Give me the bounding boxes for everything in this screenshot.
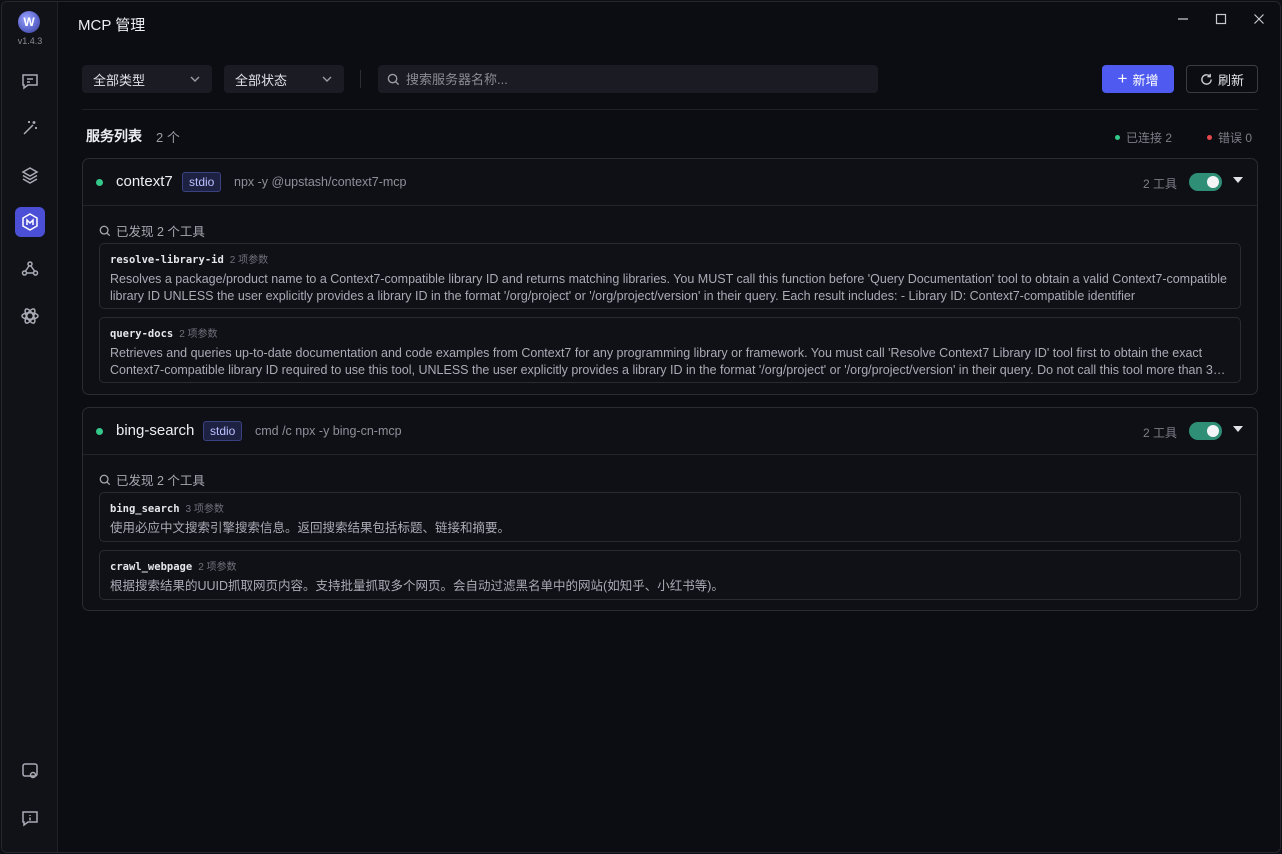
- plus-icon: +: [1117, 68, 1128, 88]
- discovered-label: 已发现 2 个工具: [99, 470, 205, 489]
- sidebar-item-atom[interactable]: [15, 301, 45, 331]
- transport-badge: stdio: [203, 421, 243, 441]
- tool-description: 根据搜索结果的UUID抓取网页内容。支持批量抓取多个网页。会自动过滤黑名单中的网…: [110, 579, 724, 593]
- tool-name: query-docs: [110, 328, 174, 340]
- tool-name: crawl_webpage: [110, 561, 193, 573]
- transport-badge: stdio: [182, 172, 222, 192]
- connected-stat: 已连接 2: [1115, 129, 1172, 146]
- tool-description: Retrieves and queries up-to-date documen…: [110, 346, 1213, 377]
- app-logo: W: [18, 11, 40, 33]
- tools-count: 2 工具: [1143, 177, 1178, 191]
- server-command: npx -y @upstash/context7-mcp: [234, 175, 407, 189]
- add-server-button[interactable]: + 新增: [1102, 65, 1174, 93]
- minimize-button[interactable]: [1172, 8, 1194, 30]
- connected-label: 已连接 2: [1126, 131, 1173, 145]
- status-filter-select[interactable]: 全部状态: [224, 65, 344, 93]
- sidebar: W v1.4.3: [2, 2, 58, 852]
- server-enable-toggle[interactable]: [1189, 173, 1222, 191]
- server-name: bing-search: [116, 422, 195, 439]
- sidebar-item-settings[interactable]: [15, 756, 45, 786]
- server-card-header[interactable]: bing-search stdio cmd /c npx -y bing-cn-…: [83, 408, 1257, 455]
- refresh-button[interactable]: 刷新: [1186, 65, 1258, 93]
- server-command: cmd /c npx -y bing-cn-mcp: [255, 424, 402, 438]
- server-name: context7: [116, 173, 173, 190]
- type-filter-value: 全部类型: [93, 72, 146, 88]
- refresh-icon: [1201, 73, 1212, 85]
- list-count: 2 个: [156, 130, 180, 145]
- tool-params: 3 项参数: [185, 504, 224, 515]
- tools-count: 2 工具: [1143, 426, 1178, 440]
- list-title: 服务列表: [86, 128, 142, 144]
- info-icon: [22, 811, 38, 827]
- tool-item[interactable]: bing_search 3 项参数 使用必应中文搜索引擎搜索信息。返回搜索结果包括…: [99, 492, 1241, 542]
- tool-item[interactable]: resolve-library-id 2 项参数 Resolves a packa…: [99, 243, 1241, 309]
- tool-description: Resolves a package/product name to a Con…: [110, 272, 1227, 303]
- discovered-text: 已发现 2 个工具: [116, 225, 205, 239]
- chevron-down-icon: [190, 76, 200, 82]
- server-card-context7: context7 stdio npx -y @upstash/context7-…: [82, 158, 1258, 395]
- tool-description: 使用必应中文搜索引擎搜索信息。返回搜索结果包括标题、链接和摘要。: [110, 521, 511, 535]
- status-filter-value: 全部状态: [235, 72, 288, 88]
- settings-icon: [22, 763, 38, 779]
- error-dot-icon: [1207, 135, 1212, 140]
- close-button[interactable]: [1248, 8, 1270, 30]
- tool-item[interactable]: query-docs 2 项参数 Retrieves and queries up…: [99, 317, 1241, 383]
- network-icon: [21, 261, 39, 276]
- minimize-icon: [1178, 18, 1188, 20]
- server-enable-toggle[interactable]: [1189, 422, 1222, 440]
- server-card-header[interactable]: context7 stdio npx -y @upstash/context7-…: [83, 159, 1257, 206]
- error-label: 错误 0: [1218, 131, 1253, 145]
- search-icon: [99, 225, 111, 236]
- chevron-down-icon: [322, 76, 332, 82]
- tool-item[interactable]: crawl_webpage 2 项参数 根据搜索结果的UUID抓取网页内容。支持批…: [99, 550, 1241, 600]
- tool-params: 2 项参数: [198, 562, 237, 573]
- toolbar-divider: [360, 70, 361, 88]
- sidebar-item-layers[interactable]: [15, 160, 45, 190]
- maximize-button[interactable]: [1210, 8, 1232, 30]
- search-icon: [387, 73, 400, 85]
- sidebar-item-info[interactable]: [15, 803, 45, 833]
- atom-icon: [21, 308, 39, 324]
- add-label: 新增: [1132, 72, 1159, 88]
- error-stat: 错误 0: [1207, 129, 1252, 146]
- page-title: MCP 管理: [78, 17, 146, 34]
- app-window: W v1.4.3 MCP 管理 全部类型 全部状态 搜索服务器名称... + 新…: [1, 1, 1281, 853]
- tool-name: resolve-library-id: [110, 254, 224, 266]
- sidebar-item-mcp[interactable]: [15, 207, 45, 237]
- status-dot-icon: [96, 428, 103, 435]
- toolbar-separator: [82, 109, 1258, 110]
- refresh-label: 刷新: [1217, 72, 1244, 88]
- mcp-icon: [22, 213, 38, 231]
- sidebar-item-magic[interactable]: [15, 113, 45, 143]
- search-box: [378, 65, 878, 93]
- sidebar-item-chat[interactable]: [15, 66, 45, 96]
- chat-icon: [22, 74, 38, 90]
- maximize-icon: [1215, 13, 1227, 25]
- discovered-label: 已发现 2 个工具: [99, 221, 205, 240]
- tool-name: bing_search: [110, 503, 180, 515]
- chevron-down-icon[interactable]: [1233, 426, 1243, 432]
- close-icon: [1254, 14, 1264, 24]
- tool-params: 2 项参数: [229, 255, 269, 266]
- connected-dot-icon: [1115, 135, 1120, 140]
- chevron-down-icon[interactable]: [1233, 177, 1243, 183]
- app-version: v1.4.3: [17, 36, 43, 46]
- server-card-bing-search: bing-search stdio cmd /c npx -y bing-cn-…: [82, 407, 1258, 611]
- discovered-text: 已发现 2 个工具: [116, 474, 205, 488]
- type-filter-select[interactable]: 全部类型: [82, 65, 212, 93]
- layers-icon: [21, 167, 39, 184]
- magic-wand-icon: [23, 121, 37, 135]
- search-input[interactable]: [406, 71, 869, 87]
- tool-params: 2 项参数: [179, 329, 218, 340]
- sidebar-item-network[interactable]: [15, 254, 45, 284]
- search-icon: [99, 474, 111, 485]
- status-dot-icon: [96, 179, 103, 186]
